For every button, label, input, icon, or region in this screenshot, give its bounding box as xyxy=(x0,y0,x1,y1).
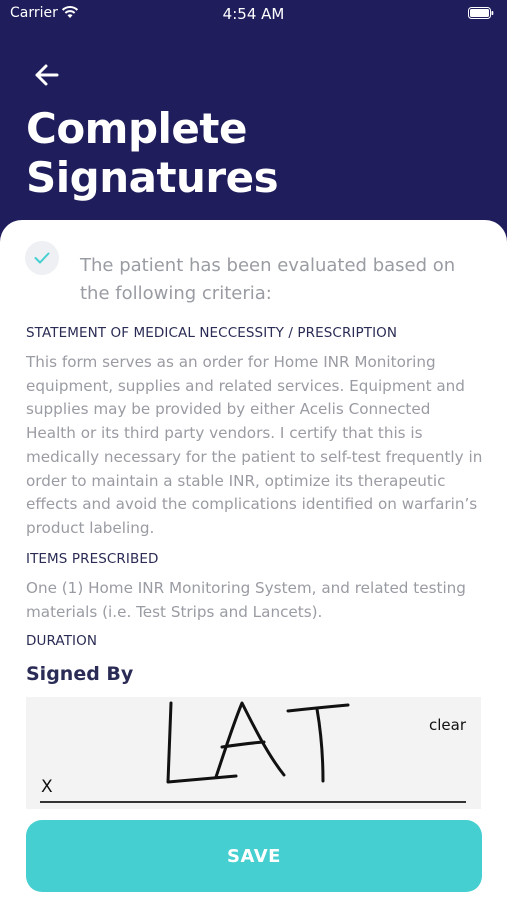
criteria-text: The patient has been evaluated based on … xyxy=(80,255,456,304)
clear-signature-button[interactable]: clear xyxy=(429,716,466,734)
section-label-duration: DURATION xyxy=(26,633,98,649)
section-label-statement: STATEMENT OF MEDICAL NECCESSITY / PRESCR… xyxy=(26,325,398,341)
arrow-left-icon xyxy=(35,64,59,86)
check-icon xyxy=(34,252,50,264)
section-label-items: ITEMS PRESCRIBED xyxy=(26,551,159,567)
signed-by-heading: Signed By xyxy=(26,663,134,685)
battery-icon xyxy=(468,7,494,23)
page-title: Complete Signatures xyxy=(26,104,279,202)
back-button[interactable] xyxy=(32,60,62,90)
statement-body: This form serves as an order for Home IN… xyxy=(26,353,483,537)
signature-line xyxy=(40,801,466,803)
signature-x-mark: X xyxy=(41,777,53,797)
status-bar: Carrier 4:54 AM xyxy=(0,0,507,28)
status-time: 4:54 AM xyxy=(222,5,285,23)
criteria-checkbox[interactable] xyxy=(25,241,59,275)
signature-drawing xyxy=(166,701,350,784)
save-button[interactable]: SAVE xyxy=(26,820,482,892)
signature-pad[interactable]: X clear xyxy=(26,697,481,809)
items-body: One (1) Home INR Monitoring System, and … xyxy=(26,579,466,621)
